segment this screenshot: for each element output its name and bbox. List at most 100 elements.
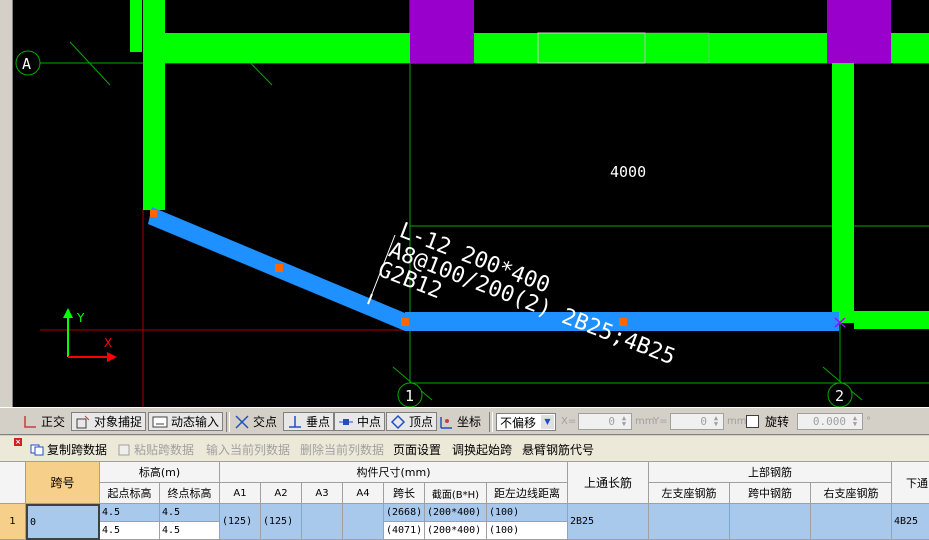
cell-left-support[interactable] [649,504,730,540]
copy-span-button[interactable]: 复制跨数据 [30,441,107,458]
rotate-checkbox[interactable] [746,415,759,428]
page-setup-button[interactable]: 页面设置 [393,441,441,458]
wall-left [143,0,165,210]
grid-corner[interactable] [0,462,26,504]
col-section[interactable]: 截面(B*H) [425,483,487,504]
input-column-button[interactable]: 输入当前列数据 [206,441,290,458]
y-label: Y= [653,416,668,427]
perpendicular-icon [287,414,303,430]
rotate-angle-input[interactable]: 0.000 ▲ ▼ [797,413,863,430]
coordinate-icon [438,414,454,430]
close-icon[interactable]: × [14,438,22,446]
cell-elev-end-2[interactable]: 4.5 [160,522,220,540]
axis-1-label: 1 [405,387,414,405]
col-group-top-rebar: 上部钢筋 [649,462,892,483]
cell-section-2[interactable]: (200*400) [425,522,487,540]
intersection-icon [234,414,250,430]
row-number[interactable]: 1 [0,504,26,540]
cell-mid-span[interactable] [730,504,811,540]
column-1 [410,0,474,63]
cell-edge-distance-2[interactable]: (100) [487,522,568,540]
wall-right [832,63,854,323]
col-a4[interactable]: A4 [343,483,384,504]
degree-symbol: ° [866,416,871,427]
col-top-through[interactable]: 上通长筋 [568,462,649,504]
cell-span-number[interactable]: 0 [26,504,100,540]
ortho-button[interactable]: 正交 [22,412,65,431]
y-coordinate-input[interactable]: 0 ▲ ▼ [670,413,724,430]
copy-icon [30,444,44,456]
cad-viewport[interactable]: L-12 200*400 A8@100/200(2) 2B25;4B25 G2B… [0,0,929,407]
spin-icon[interactable]: ▲ ▼ [710,415,722,428]
cell-elev-start-1[interactable]: 4.5 [100,504,160,522]
axis-a-label: A [22,55,31,73]
dyn-input-icon [152,414,168,430]
cell-edge-distance-1[interactable]: (100) [487,504,568,522]
span-data-menubar: × 复制跨数据 粘贴跨数据 输入当前列数据 删除当前列数据 页面设置 调换起始跨… [0,436,929,462]
cell-elev-end-1[interactable]: 4.5 [160,504,220,522]
col-right-support[interactable]: 右支座钢筋 [811,483,892,504]
cell-section-1[interactable]: (200*400) [425,504,487,522]
wall-top [143,33,929,63]
cell-right-support[interactable] [811,504,892,540]
cell-elev-start-2[interactable]: 4.5 [100,522,160,540]
paste-icon [117,444,131,456]
cad-canvas[interactable]: L-12 200*400 A8@100/200(2) 2B25;4B25 G2B… [12,0,929,407]
vertex-snap-button[interactable]: 顶点 [386,412,438,431]
cantilever-code-button[interactable]: 悬臂钢筋代号 [522,441,594,458]
col-group-elevation: 标高(m) [100,462,220,483]
object-snap-button[interactable]: 对象捕捉 [71,412,147,431]
delete-column-button[interactable]: 删除当前列数据 [300,441,384,458]
x-coordinate-input[interactable]: 0 ▲ ▼ [578,413,632,430]
grip-start [150,210,157,217]
spin-icon[interactable]: ▲ ▼ [618,415,630,428]
ortho-icon [22,414,38,430]
chevron-down-icon: ▼ [541,415,554,429]
span-data-grid: 跨号 标高(m) 构件尺寸(mm) 上通长筋 上部钢筋 下通 起点标高 终点标高… [0,462,929,540]
spin-icon[interactable]: ▲ ▼ [849,415,861,428]
col-edge-distance[interactable]: 距左边线距离 [487,483,568,504]
cell-bottom-through[interactable]: 4B25 [892,504,929,540]
col-left-support[interactable]: 左支座钢筋 [649,483,730,504]
x-unit: mm [635,416,655,427]
cell-top-through[interactable]: 2B25 [568,504,649,540]
beam-annotation-line2: A8@100/200(2) 2B25;4B25 [385,238,678,371]
grip-mid-1 [275,264,283,272]
col-a1[interactable]: A1 [220,483,261,504]
midpoint-icon [338,414,354,430]
paste-span-button[interactable]: 粘贴跨数据 [117,441,194,458]
offset-select[interactable]: 不偏移 ▼ [496,413,556,431]
midpoint-snap-button[interactable]: 中点 [334,412,386,431]
col-elev-end[interactable]: 终点标高 [160,483,220,504]
cell-a3[interactable] [302,504,343,540]
col-a3[interactable]: A3 [302,483,343,504]
col-a2[interactable]: A2 [261,483,302,504]
col-bottom-through[interactable]: 下通 [892,462,929,504]
grip-corner [401,318,409,326]
cell-span-length-1[interactable]: (2668) [384,504,425,522]
col-elev-start[interactable]: 起点标高 [100,483,160,504]
swap-start-span-button[interactable]: 调换起始跨 [452,441,512,458]
ucs-icon: Y X [63,308,117,362]
wall-right-bottom [854,311,929,329]
cell-a4[interactable] [343,504,384,540]
cell-span-length-2[interactable]: (4071) [384,522,425,540]
perpendicular-snap-button[interactable]: 垂点 [283,412,335,431]
col-span-length[interactable]: 跨长 [384,483,425,504]
y-unit: mm [727,416,747,427]
axis-2-label: 2 [835,387,844,405]
ucs-x-label: X [104,336,112,350]
span-dimension: 4000 [610,163,646,181]
cell-a2[interactable]: (125) [261,504,302,540]
x-label: X= [561,416,577,427]
rotate-checkbox-row[interactable]: 旋转 [746,412,789,431]
snap-icon [75,414,91,430]
intersection-snap-button[interactable]: 交点 [234,412,277,431]
col-span-number[interactable]: 跨号 [26,462,100,504]
col-mid-span[interactable]: 跨中钢筋 [730,483,811,504]
column-2 [827,0,891,63]
wall-left-top-stub [130,0,142,52]
cell-a1[interactable]: (125) [220,504,261,540]
coordinate-snap-button[interactable]: 坐标 [438,412,481,431]
dynamic-input-button[interactable]: 动态输入 [148,412,224,431]
